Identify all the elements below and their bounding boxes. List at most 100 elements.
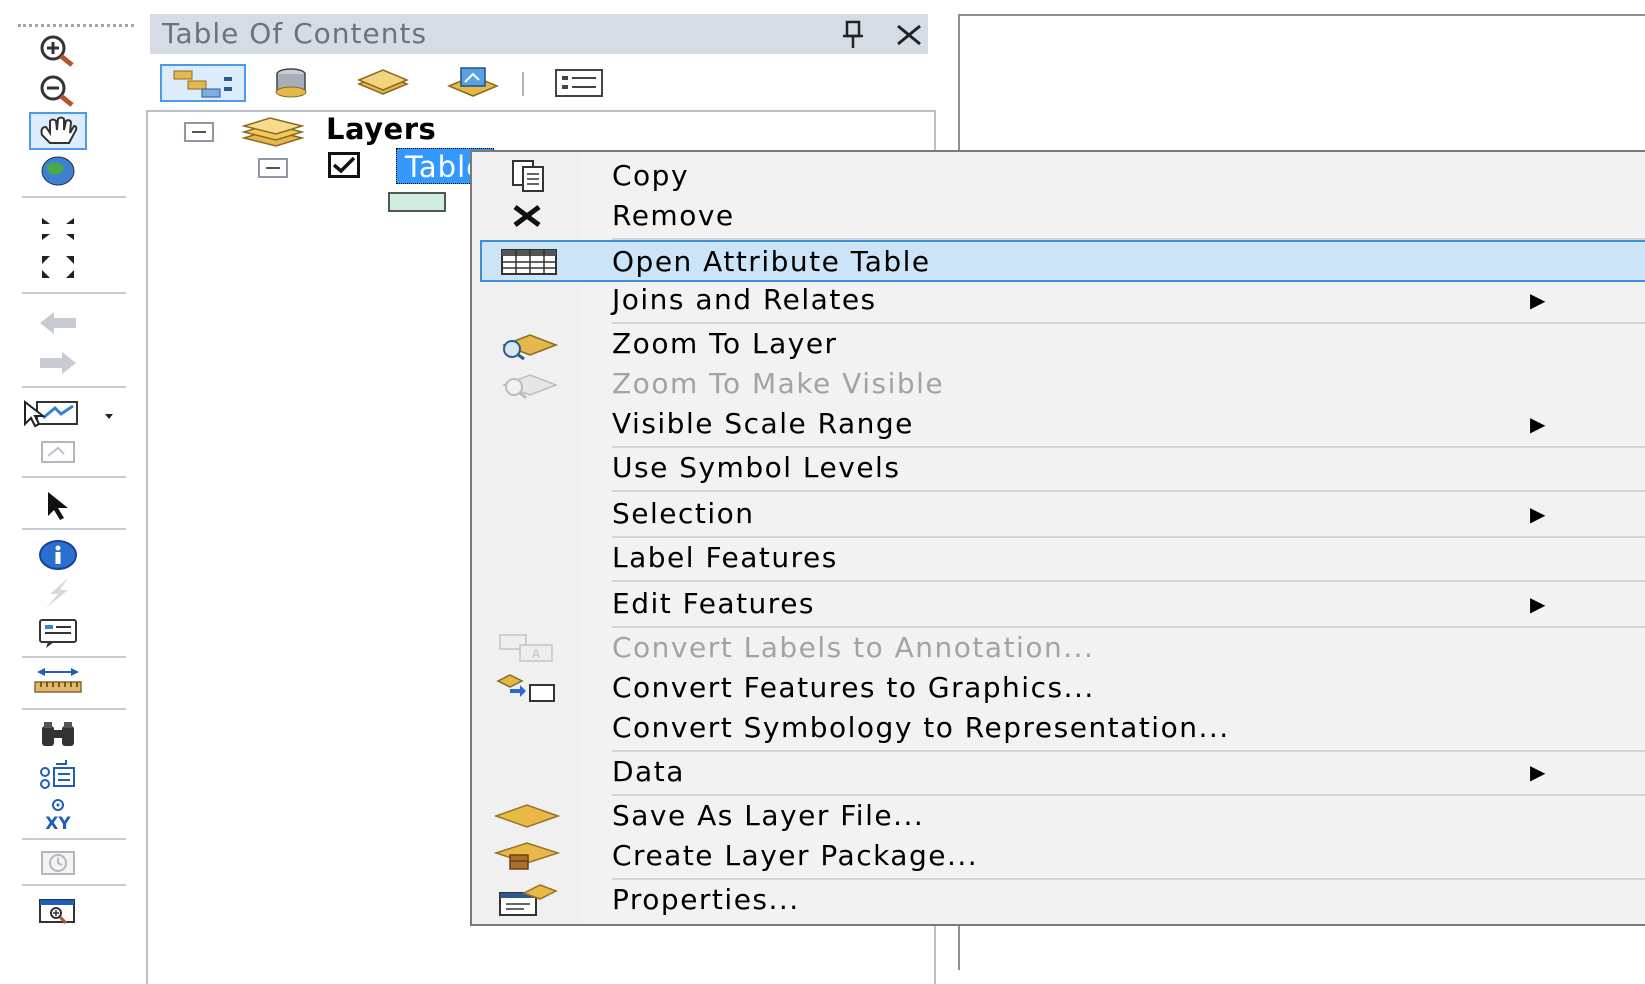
layers-visibility-icon (357, 69, 409, 95)
svg-text:XY: XY (45, 814, 71, 833)
menu-item-data[interactable]: Data ▶ (472, 752, 1645, 792)
menu-item-label: Create Layer Package... (612, 839, 979, 872)
layers-root-label[interactable]: Layers (326, 112, 436, 146)
layer-package-icon (494, 838, 560, 874)
go-forward-tool[interactable] (29, 344, 87, 382)
binoculars-icon (42, 722, 74, 746)
options-button[interactable] (546, 64, 612, 102)
go-back-tool[interactable] (29, 304, 87, 342)
convert-labels-icon: A (494, 630, 560, 666)
menu-item-zoom-to-layer[interactable]: Zoom To Layer (472, 324, 1645, 364)
submenu-arrow-icon: ▶ (1530, 412, 1546, 436)
find-tool[interactable] (29, 716, 87, 754)
list-by-drawing-order-button[interactable] (160, 64, 246, 102)
menu-item-label: Remove (612, 199, 735, 232)
menu-item-save-as-layer-file[interactable]: Save As Layer File... (472, 796, 1645, 836)
select-elements-tool[interactable] (29, 486, 87, 524)
go-to-xy-tool[interactable]: XY (29, 796, 87, 834)
layers-group-icon (240, 116, 306, 154)
viewer-icon (39, 899, 75, 925)
submenu-arrow-icon: ▶ (1530, 288, 1546, 312)
pan-tool[interactable] (29, 112, 87, 150)
popup-icon (39, 619, 77, 648)
zoom-out-icon (40, 75, 74, 107)
menu-item-convert-features-to-graphics[interactable]: Convert Features to Graphics... (472, 668, 1645, 708)
hand-icon (40, 116, 78, 144)
measure-tool[interactable] (29, 662, 87, 700)
full-extent-tool[interactable] (29, 152, 87, 190)
drawing-order-icon (173, 70, 232, 98)
tools-toolbar: XY (12, 14, 138, 970)
copy-icon (494, 158, 560, 194)
toolbar-grip[interactable] (18, 24, 134, 27)
zoom-in-icon (40, 35, 74, 67)
route-icon (40, 760, 75, 789)
menu-item-joins-and-relates[interactable]: Joins and Relates ▶ (472, 280, 1645, 320)
menu-item-label: Zoom To Make Visible (612, 367, 945, 400)
menu-item-label: Label Features (612, 541, 838, 574)
selection-list-icon (447, 67, 499, 97)
table-layer-checkbox[interactable] (328, 152, 360, 178)
ruler-icon (34, 668, 82, 693)
database-icon (275, 68, 307, 98)
time-slider-tool[interactable] (29, 844, 87, 882)
zoom-layer-icon (494, 326, 560, 362)
zoom-in-tool[interactable] (29, 32, 87, 70)
info-icon (39, 540, 77, 570)
find-route-tool[interactable] (29, 756, 87, 794)
select-features-icon (24, 399, 113, 428)
menu-item-edit-features[interactable]: Edit Features ▶ (472, 584, 1645, 624)
toc-title-bar: Table Of Contents (150, 14, 928, 54)
arrow-left-icon (40, 312, 76, 334)
menu-item-label: Joins and Relates (612, 283, 877, 316)
menu-item-label: Selection (612, 497, 755, 530)
fixed-zoom-out-tool[interactable] (29, 248, 87, 286)
pin-icon[interactable] (840, 14, 866, 61)
list-by-source-button[interactable] (258, 64, 324, 102)
menu-item-copy[interactable]: Copy (472, 156, 1645, 196)
hyperlink-tool[interactable] (29, 574, 87, 612)
lightning-icon (46, 578, 68, 608)
html-popup-tool[interactable] (29, 614, 87, 652)
arrow-right-icon (40, 352, 76, 374)
menu-item-open-attribute-table[interactable]: Open Attribute Table (480, 240, 1645, 282)
menu-item-properties[interactable]: Properties... (472, 880, 1645, 920)
select-features-tool[interactable] (16, 394, 126, 432)
table-layer-collapse-toggle[interactable] (258, 158, 288, 178)
layers-collapse-toggle[interactable] (184, 122, 214, 142)
layer-file-icon (494, 798, 560, 834)
menu-item-convert-symbology-to-representation[interactable]: Convert Symbology to Representation... (472, 708, 1645, 748)
list-by-selection-button[interactable] (440, 64, 506, 102)
list-by-visibility-button[interactable] (350, 64, 416, 102)
menu-item-label: Visible Scale Range (612, 407, 914, 440)
clear-selection-icon (41, 441, 75, 463)
globe-icon (41, 156, 75, 186)
menu-item-selection[interactable]: Selection ▶ (472, 494, 1645, 534)
identify-tool[interactable] (29, 536, 87, 574)
menu-item-remove[interactable]: Remove (472, 196, 1645, 236)
menu-item-label-features[interactable]: Label Features (472, 538, 1645, 578)
menu-item-convert-labels-to-annotation: A Convert Labels to Annotation... (472, 628, 1645, 668)
menu-item-label: Data (612, 755, 685, 788)
submenu-arrow-icon: ▶ (1530, 502, 1546, 526)
menu-item-label: Convert Labels to Annotation... (612, 631, 1095, 664)
menu-item-zoom-to-make-visible: Zoom To Make Visible (472, 364, 1645, 404)
convert-graphics-icon (494, 670, 560, 706)
menu-item-create-layer-package[interactable]: Create Layer Package... (472, 836, 1645, 876)
svg-text:A: A (532, 647, 541, 661)
close-icon[interactable] (894, 14, 924, 61)
menu-item-label: Zoom To Layer (612, 327, 838, 360)
layer-symbol-swatch[interactable] (388, 192, 446, 212)
clock-icon (41, 851, 75, 875)
toc-title: Table Of Contents (162, 17, 428, 50)
clear-selection-tool[interactable] (29, 432, 87, 470)
menu-item-use-symbol-levels[interactable]: Use Symbol Levels (472, 448, 1645, 488)
viewer-window-tool[interactable] (29, 892, 87, 930)
fixed-zoom-in-icon (42, 218, 74, 240)
zoom-out-tool[interactable] (29, 72, 87, 110)
menu-item-visible-scale-range[interactable]: Visible Scale Range ▶ (472, 404, 1645, 444)
table-icon (496, 244, 562, 280)
pointer-icon (48, 492, 68, 520)
properties-icon (494, 882, 560, 918)
fixed-zoom-in-tool[interactable] (29, 210, 87, 248)
